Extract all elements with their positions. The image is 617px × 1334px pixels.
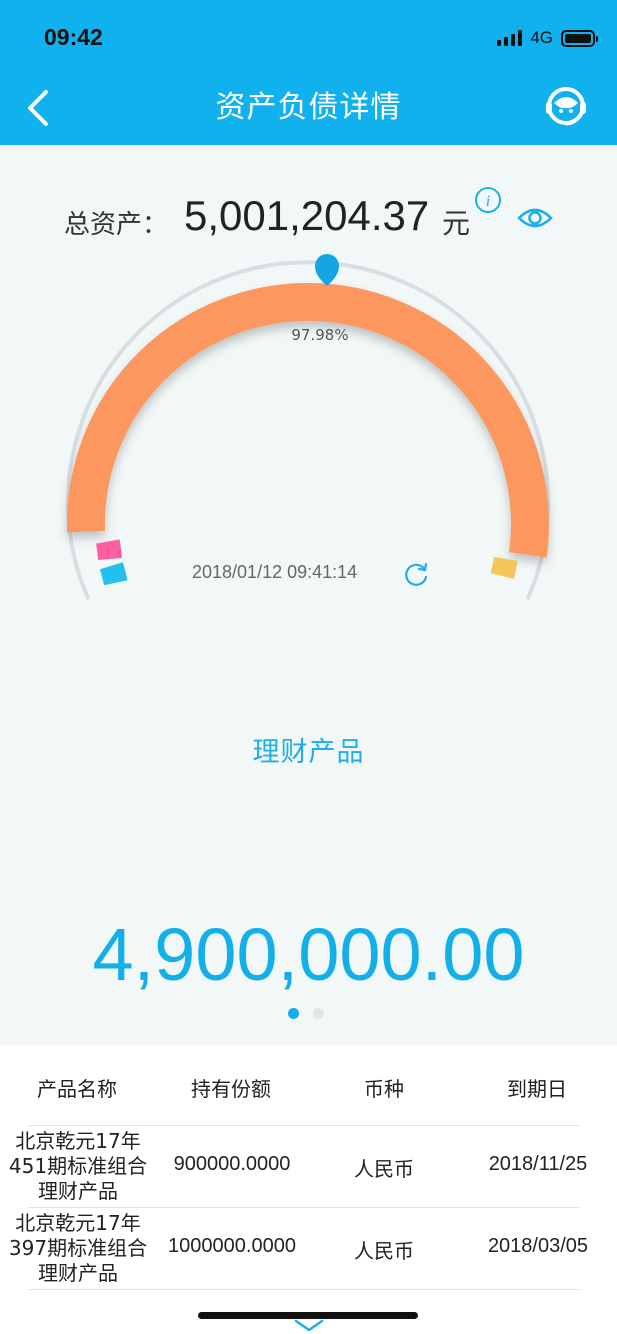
network-type: 4G — [530, 28, 553, 47]
page-dot-active[interactable] — [288, 1008, 299, 1019]
total-assets-label: 总资产： — [64, 210, 169, 240]
row-divider — [28, 1125, 579, 1126]
product-table: 产品名称 持有份额 币种 到期日 北京乾元17年 451期标准组合 理财产品 9… — [0, 1045, 617, 1334]
column-header-currency: 币种 — [364, 1077, 404, 1101]
gauge-segment-blue — [99, 562, 128, 586]
category-label[interactable]: 理财产品 — [0, 730, 617, 769]
customer-service-icon[interactable] — [543, 84, 589, 130]
status-time: 09:42 — [44, 24, 103, 50]
product-currency: 人民币 — [354, 1239, 414, 1263]
gauge-segment-yellow — [490, 556, 518, 580]
product-shares: 1000000.0000 — [168, 1235, 296, 1257]
gauge-percent-label: 97.98% — [291, 326, 349, 344]
product-currency: 人民币 — [354, 1157, 414, 1181]
product-maturity: 2018/11/25 — [488, 1153, 588, 1175]
status-indicators: 4G — [497, 26, 598, 50]
page-title: 资产负债详情 — [215, 90, 402, 125]
category-amount: 4,900,000.00 — [92, 913, 525, 996]
column-header-maturity: 到期日 — [507, 1077, 567, 1101]
row-divider — [28, 1289, 579, 1290]
total-assets-unit: 元 — [442, 207, 471, 240]
product-name: 北京乾元17年 397期标准组合 理财产品 — [8, 1211, 148, 1285]
app-header: 09:42 4G 资产负债详情 — [0, 0, 617, 145]
product-shares: 900000.0000 — [173, 1153, 291, 1175]
refresh-icon[interactable] — [402, 560, 430, 588]
home-indicator — [198, 1312, 418, 1319]
page-indicator — [288, 1008, 324, 1019]
eye-icon[interactable] — [516, 204, 554, 232]
update-timestamp: 2018/01/12 09:41:14 — [192, 562, 358, 582]
gauge-pointer-icon[interactable] — [315, 254, 339, 286]
total-assets-value: 5,001,204.37 — [184, 192, 430, 239]
chevron-down-icon[interactable] — [292, 1318, 326, 1334]
battery-icon — [561, 29, 598, 47]
info-icon[interactable]: i — [474, 186, 502, 214]
page-dot[interactable] — [313, 1008, 324, 1019]
signal-icon — [497, 30, 523, 46]
row-divider — [28, 1207, 579, 1208]
total-assets: 总资产： 5,001,204.37 元 i — [0, 186, 617, 248]
svg-text:i: i — [486, 193, 490, 210]
table-row[interactable]: 北京乾元17年 397期标准组合 理财产品 1000000.0000 人民币 2… — [0, 1207, 617, 1290]
table-row[interactable]: 北京乾元17年 451期标准组合 理财产品 900000.0000 人民币 20… — [0, 1125, 617, 1207]
column-header-name: 产品名称 — [37, 1077, 117, 1101]
product-name: 北京乾元17年 451期标准组合 理财产品 — [8, 1129, 148, 1203]
column-header-shares: 持有份额 — [191, 1077, 271, 1101]
product-maturity: 2018/03/05 — [487, 1235, 589, 1257]
gauge-segment-pink — [95, 539, 123, 561]
